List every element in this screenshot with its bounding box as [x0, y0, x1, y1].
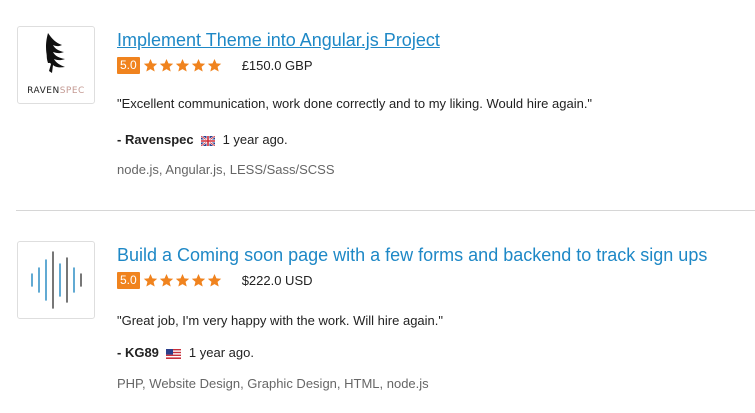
project-title-link[interactable]: Implement Theme into Angular.js Project: [117, 30, 440, 51]
divider: [16, 210, 755, 211]
star-icon: [159, 273, 173, 287]
review-item: Build a Coming soon page with a few form…: [0, 212, 755, 412]
star-icon: [191, 273, 205, 287]
client-avatar[interactable]: [17, 241, 95, 319]
star-icon: [191, 58, 205, 72]
project-price: £150.0 GBP: [241, 58, 313, 73]
skill-tags: PHP, Website Design, Graphic Design, HTM…: [117, 376, 429, 391]
skill-tags: node.js, Angular.js, LESS/Sass/SCSS: [117, 162, 335, 177]
score-badge: 5.0: [117, 272, 140, 289]
rating-row: 5.0 $222.0 USD: [117, 272, 313, 290]
star-rating: [143, 57, 223, 74]
us-flag-icon: [165, 347, 181, 362]
review-text: "Great job, I'm very happy with the work…: [117, 313, 444, 328]
review-time: 1 year ago.: [188, 345, 254, 360]
star-icon: [175, 58, 189, 72]
uk-flag-icon: [200, 134, 216, 149]
reviewer-name[interactable]: - KG89: [117, 345, 159, 360]
review-text: "Excellent communication, work done corr…: [117, 96, 593, 111]
score-badge: 5.0: [117, 57, 140, 74]
client-avatar[interactable]: RAVENSPEC: [17, 26, 95, 104]
review-time: 1 year ago.: [222, 132, 288, 147]
logo-wordmark: RAVENSPEC: [27, 86, 85, 96]
star-icon: [159, 58, 173, 72]
author-row: - KG89 1 year ago.: [117, 345, 254, 361]
star-icon: [207, 58, 221, 72]
rating-row: 5.0 £150.0 GBP: [117, 57, 313, 75]
review-item: RAVENSPEC Implement Theme into Angular.j…: [0, 0, 755, 210]
star-icon: [175, 273, 189, 287]
star-rating: [143, 272, 223, 289]
star-icon: [143, 58, 157, 72]
soundwave-logo-icon: [31, 251, 82, 309]
project-price: $222.0 USD: [241, 273, 313, 288]
star-icon: [143, 273, 157, 287]
star-icon: [207, 273, 221, 287]
author-row: - Ravenspec 1 year ago.: [117, 132, 288, 148]
project-title-link[interactable]: Build a Coming soon page with a few form…: [117, 245, 707, 266]
reviewer-name[interactable]: - Ravenspec: [117, 132, 194, 147]
